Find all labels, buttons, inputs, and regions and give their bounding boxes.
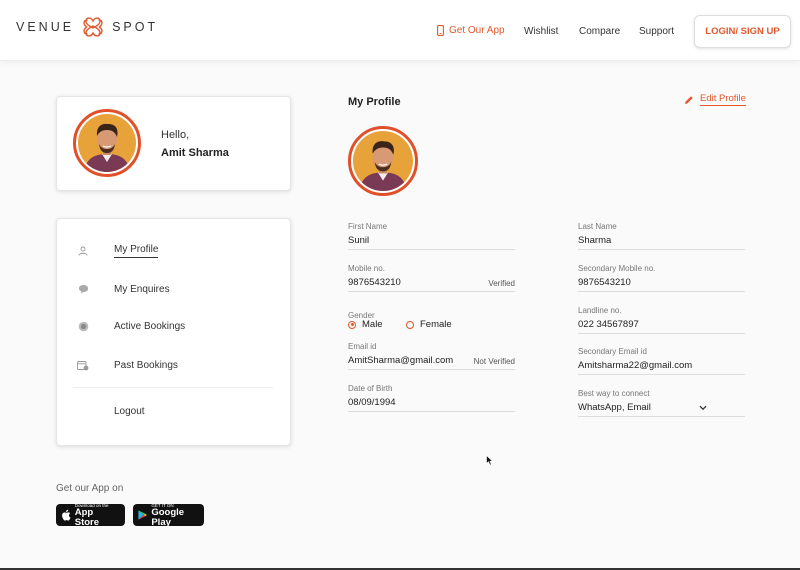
google-play-icon xyxy=(138,510,147,520)
menu-item-label: My Profile xyxy=(114,244,159,258)
logo-text-right: SPOT xyxy=(112,20,159,34)
landline-field[interactable]: Landline no. 022 34567897 xyxy=(578,306,745,334)
first-name-field[interactable]: First Name Sunil xyxy=(348,222,515,250)
field-value: 9876543210 xyxy=(578,277,631,288)
menu-item-logout[interactable]: Logout xyxy=(57,401,290,421)
field-label: Secondary Mobile no. xyxy=(578,264,656,273)
dob-field[interactable]: Date of Birth 08/09/1994 xyxy=(348,384,515,412)
field-label: Date of Birth xyxy=(348,384,393,393)
radio-selected-icon xyxy=(348,320,356,329)
google-play-big-text: Google Play xyxy=(151,506,185,528)
get-app-text: Get our App on xyxy=(56,483,124,494)
edit-profile-label: Edit Profile xyxy=(700,93,746,106)
google-play-badge[interactable]: GET IT ON Google Play xyxy=(133,503,204,528)
radio-label: Female xyxy=(420,319,452,330)
mobile-field[interactable]: Mobile no. 9876543210 Verified xyxy=(348,264,515,292)
app-store-badge[interactable]: Download on the App Store xyxy=(56,503,125,528)
profile-avatar xyxy=(348,126,418,196)
user-name: Amit Sharma xyxy=(161,147,229,159)
gender-field: Gender Male Female xyxy=(348,305,452,330)
nav-get-our-app[interactable]: Get Our App xyxy=(437,25,505,36)
field-value: 08/09/1994 xyxy=(348,397,396,408)
nav-wishlist[interactable]: Wishlist xyxy=(524,26,558,37)
phone-icon xyxy=(437,25,444,36)
menu-item-label: Active Bookings xyxy=(114,320,186,332)
field-label: First Name xyxy=(348,222,388,231)
field-value: 022 34567897 xyxy=(578,319,639,330)
email-field[interactable]: Email id AmitSharma@gmail.com Not Verifi… xyxy=(348,342,515,370)
account-menu-card: My Profile My Enquires Active Bookings P… xyxy=(56,218,291,446)
field-value: Sunil xyxy=(348,235,370,246)
login-signup-button[interactable]: LOGIN/ SIGN UP xyxy=(694,15,791,48)
field-label: Secondary Email id xyxy=(578,347,647,356)
menu-item-label: Logout xyxy=(114,405,145,417)
user-photo xyxy=(359,141,407,191)
last-name-field[interactable]: Last Name Sharma xyxy=(578,222,745,250)
logo-text-left: VENUE xyxy=(16,20,75,34)
menu-item-label: My Enquires xyxy=(114,283,170,295)
menu-item-past-bookings[interactable]: Past Bookings xyxy=(57,355,290,375)
field-label: Best way to connect xyxy=(578,389,650,398)
secondary-mobile-field[interactable]: Secondary Mobile no. 9876543210 xyxy=(578,264,745,292)
field-value: Amitsharma22@gmail.com xyxy=(578,360,693,371)
chevron-down-icon[interactable] xyxy=(699,405,707,411)
not-verified-status: Not Verified xyxy=(473,357,515,366)
menu-item-my-enquires[interactable]: My Enquires xyxy=(57,279,290,299)
radio-unselected-icon xyxy=(406,320,414,329)
user-photo xyxy=(84,123,130,172)
page-title: My Profile xyxy=(348,96,401,108)
field-value: 9876543210 xyxy=(348,277,401,288)
greeting-text: Hello, xyxy=(161,129,190,141)
edit-profile-link[interactable]: Edit Profile xyxy=(684,93,746,106)
calendar-clock-icon xyxy=(77,359,89,371)
nav-support[interactable]: Support xyxy=(639,26,674,37)
app-store-big-text: App Store xyxy=(74,506,100,528)
nav-compare[interactable]: Compare xyxy=(579,26,620,37)
heart-logo-icon xyxy=(83,17,103,37)
secondary-email-field[interactable]: Secondary Email id Amitsharma22@gmail.co… xyxy=(578,347,745,375)
pencil-icon xyxy=(685,95,693,104)
menu-item-active-bookings[interactable]: Active Bookings xyxy=(57,316,290,336)
field-label: Mobile no. xyxy=(348,264,385,273)
best-way-to-connect-select[interactable]: Best way to connect WhatsApp, Email xyxy=(578,389,745,417)
avatar xyxy=(73,109,141,177)
field-value: Sharma xyxy=(578,235,612,246)
venuespot-logo[interactable]: VENUE SPOT xyxy=(16,14,158,40)
menu-item-my-profile[interactable]: My Profile xyxy=(57,241,290,261)
field-label: Landline no. xyxy=(578,306,622,315)
field-label: Email id xyxy=(348,342,377,351)
gender-male-radio[interactable]: Male xyxy=(348,319,383,330)
chat-bubble-icon xyxy=(77,283,89,295)
menu-divider xyxy=(73,387,273,388)
field-label: Last Name xyxy=(578,222,617,231)
apple-icon xyxy=(62,509,71,521)
mouse-cursor-icon xyxy=(486,455,494,466)
site-header: VENUE SPOT Get Our App Wishlist Compare … xyxy=(0,0,800,61)
active-booking-icon xyxy=(77,320,89,332)
gender-female-radio[interactable]: Female xyxy=(406,319,452,330)
field-value: AmitSharma@gmail.com xyxy=(348,355,454,366)
nav-get-our-app-label: Get Our App xyxy=(449,25,505,36)
field-value: WhatsApp, Email xyxy=(578,402,651,413)
profile-summary-card: Hello, Amit Sharma xyxy=(56,96,291,191)
radio-label: Male xyxy=(362,319,383,330)
verified-status: Verified xyxy=(488,279,515,288)
menu-item-label: Past Bookings xyxy=(114,359,178,371)
user-icon xyxy=(77,245,89,257)
